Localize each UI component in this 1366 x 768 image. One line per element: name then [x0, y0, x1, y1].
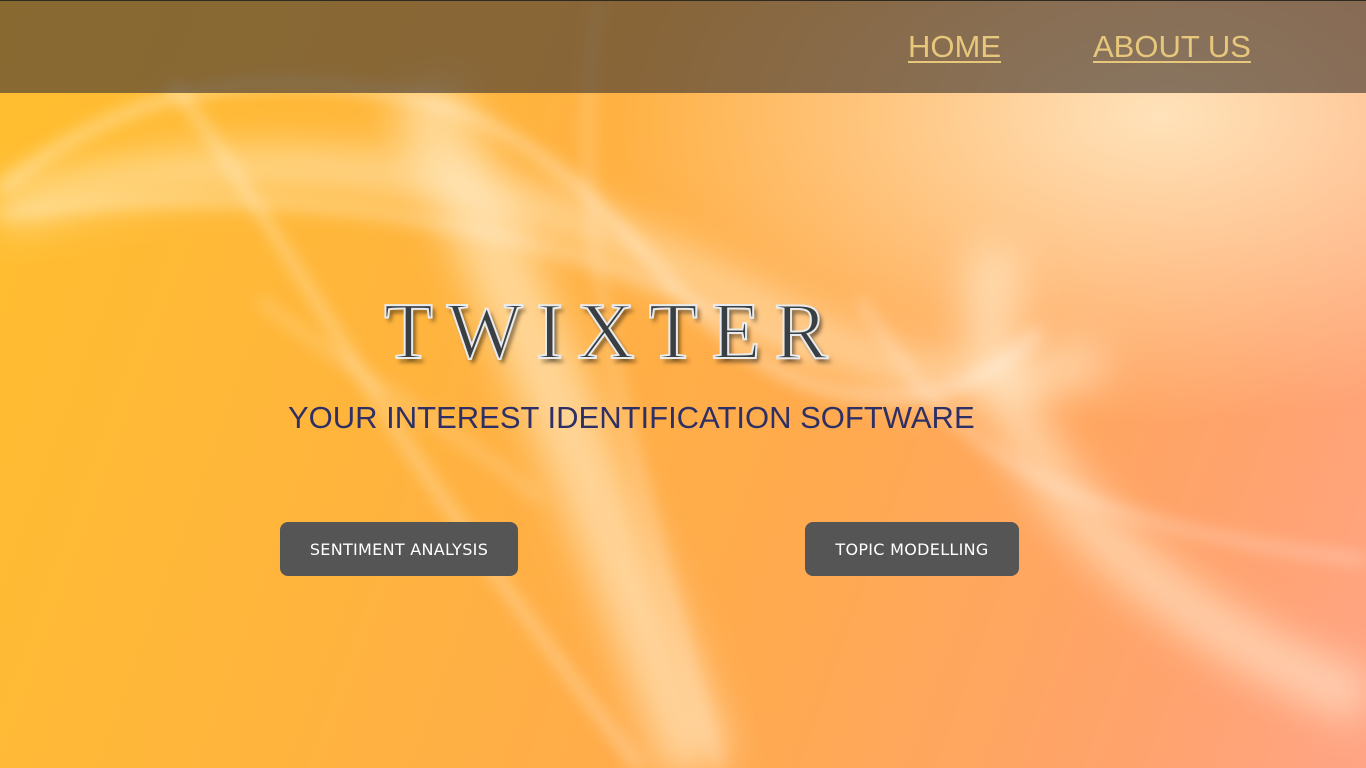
nav-link-home[interactable]: HOME [908, 29, 1001, 65]
sentiment-analysis-button[interactable]: SENTIMENT ANALYSIS [280, 522, 518, 576]
logo-wordmark: TWIXTER [383, 288, 842, 376]
top-nav-bar: HOME ABOUT US [0, 0, 1366, 93]
topic-modelling-button[interactable]: TOPIC MODELLING [805, 522, 1019, 576]
tagline: YOUR INTEREST IDENTIFICATION SOFTWARE [288, 400, 975, 435]
smoke-background [0, 0, 1366, 768]
nav-link-about-us[interactable]: ABOUT US [1093, 29, 1251, 65]
